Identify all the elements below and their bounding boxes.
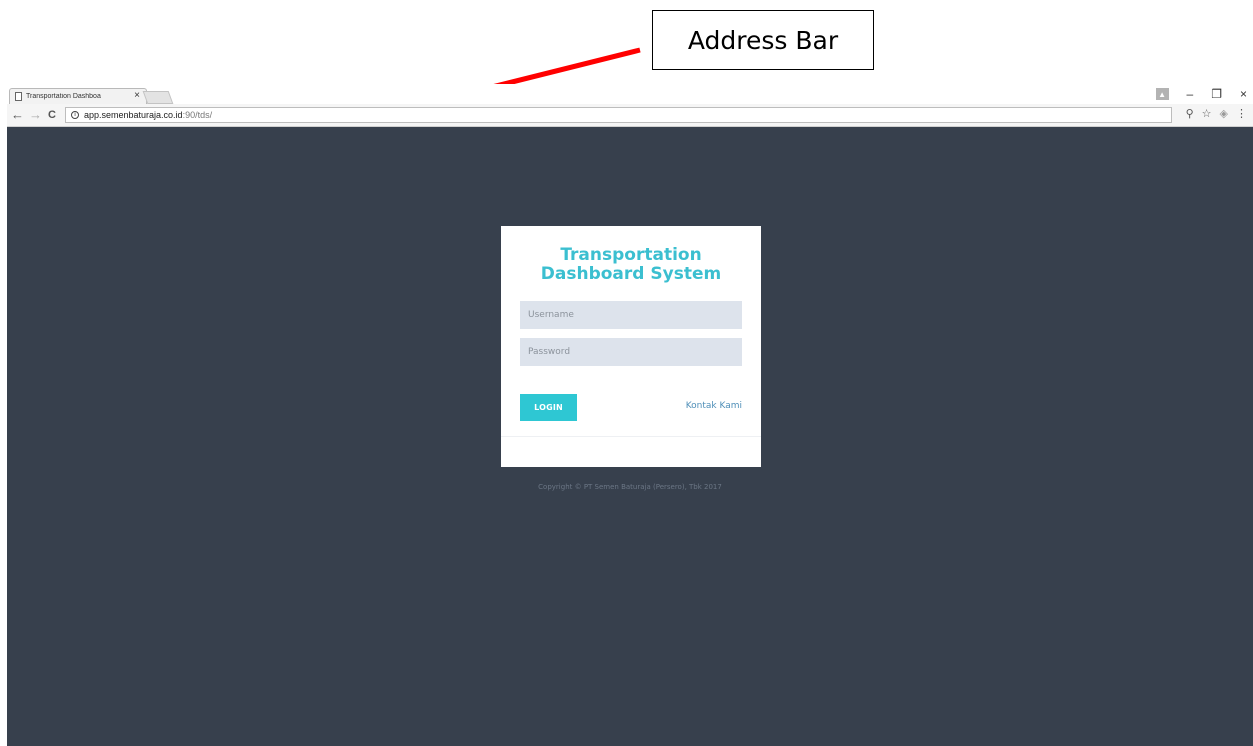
- tab-transportation-dashboard[interactable]: Transportation Dashboa ×: [9, 88, 147, 104]
- window-controls: ▲ – ❐ ×: [1155, 84, 1247, 104]
- minimize-icon[interactable]: –: [1187, 87, 1194, 101]
- contact-link[interactable]: Kontak Kami: [686, 401, 742, 411]
- page-viewport: Transportation Dashboard System LOGIN Ko…: [7, 127, 1253, 746]
- title-line-2: Dashboard System: [540, 264, 722, 284]
- site-info-icon[interactable]: i: [71, 111, 79, 119]
- restore-icon[interactable]: ❐: [1211, 87, 1222, 101]
- key-icon[interactable]: ⚲: [1186, 107, 1194, 120]
- url-host: app.semenbaturaja.co.id: [84, 110, 183, 120]
- close-window-icon[interactable]: ×: [1240, 87, 1247, 101]
- password-input[interactable]: [520, 338, 742, 366]
- browser-window: Transportation Dashboa × ▲ – ❐ × ← → C i…: [7, 84, 1253, 746]
- address-bar[interactable]: i app.semenbaturaja.co.id:90/tds/: [65, 107, 1172, 123]
- callout-label: Address Bar: [687, 25, 839, 55]
- reload-icon[interactable]: C: [48, 107, 56, 123]
- toolbar-actions: ⚲ ☆ ◈ ⋮: [1186, 107, 1247, 120]
- bookmark-star-icon[interactable]: ☆: [1202, 107, 1212, 120]
- copyright-text: Copyright © PT Semen Baturaja (Persero),…: [538, 483, 722, 491]
- login-button[interactable]: LOGIN: [520, 394, 577, 421]
- address-bar-callout: Address Bar: [652, 10, 874, 70]
- menu-icon[interactable]: ⋮: [1236, 107, 1247, 120]
- username-input[interactable]: [520, 301, 742, 329]
- login-card: Transportation Dashboard System LOGIN Ko…: [501, 226, 761, 467]
- new-tab-button[interactable]: [142, 91, 174, 104]
- forward-arrow-icon[interactable]: →: [29, 107, 42, 123]
- extension-icon[interactable]: ◈: [1220, 107, 1228, 120]
- back-arrow-icon[interactable]: ←: [11, 107, 24, 123]
- card-divider: [501, 436, 761, 437]
- tab-strip: Transportation Dashboa × ▲ – ❐ ×: [7, 84, 1253, 104]
- title-line-1: Transportation: [560, 245, 702, 265]
- login-title: Transportation Dashboard System: [501, 246, 761, 284]
- profile-icon[interactable]: ▲: [1155, 88, 1169, 100]
- close-tab-icon[interactable]: ×: [134, 90, 140, 101]
- tab-title: Transportation Dashboa: [26, 93, 101, 100]
- url-path: :90/tds/: [182, 110, 213, 120]
- browser-toolbar: ← → C i app.semenbaturaja.co.id:90/tds/ …: [7, 104, 1253, 127]
- page-icon: [15, 92, 22, 101]
